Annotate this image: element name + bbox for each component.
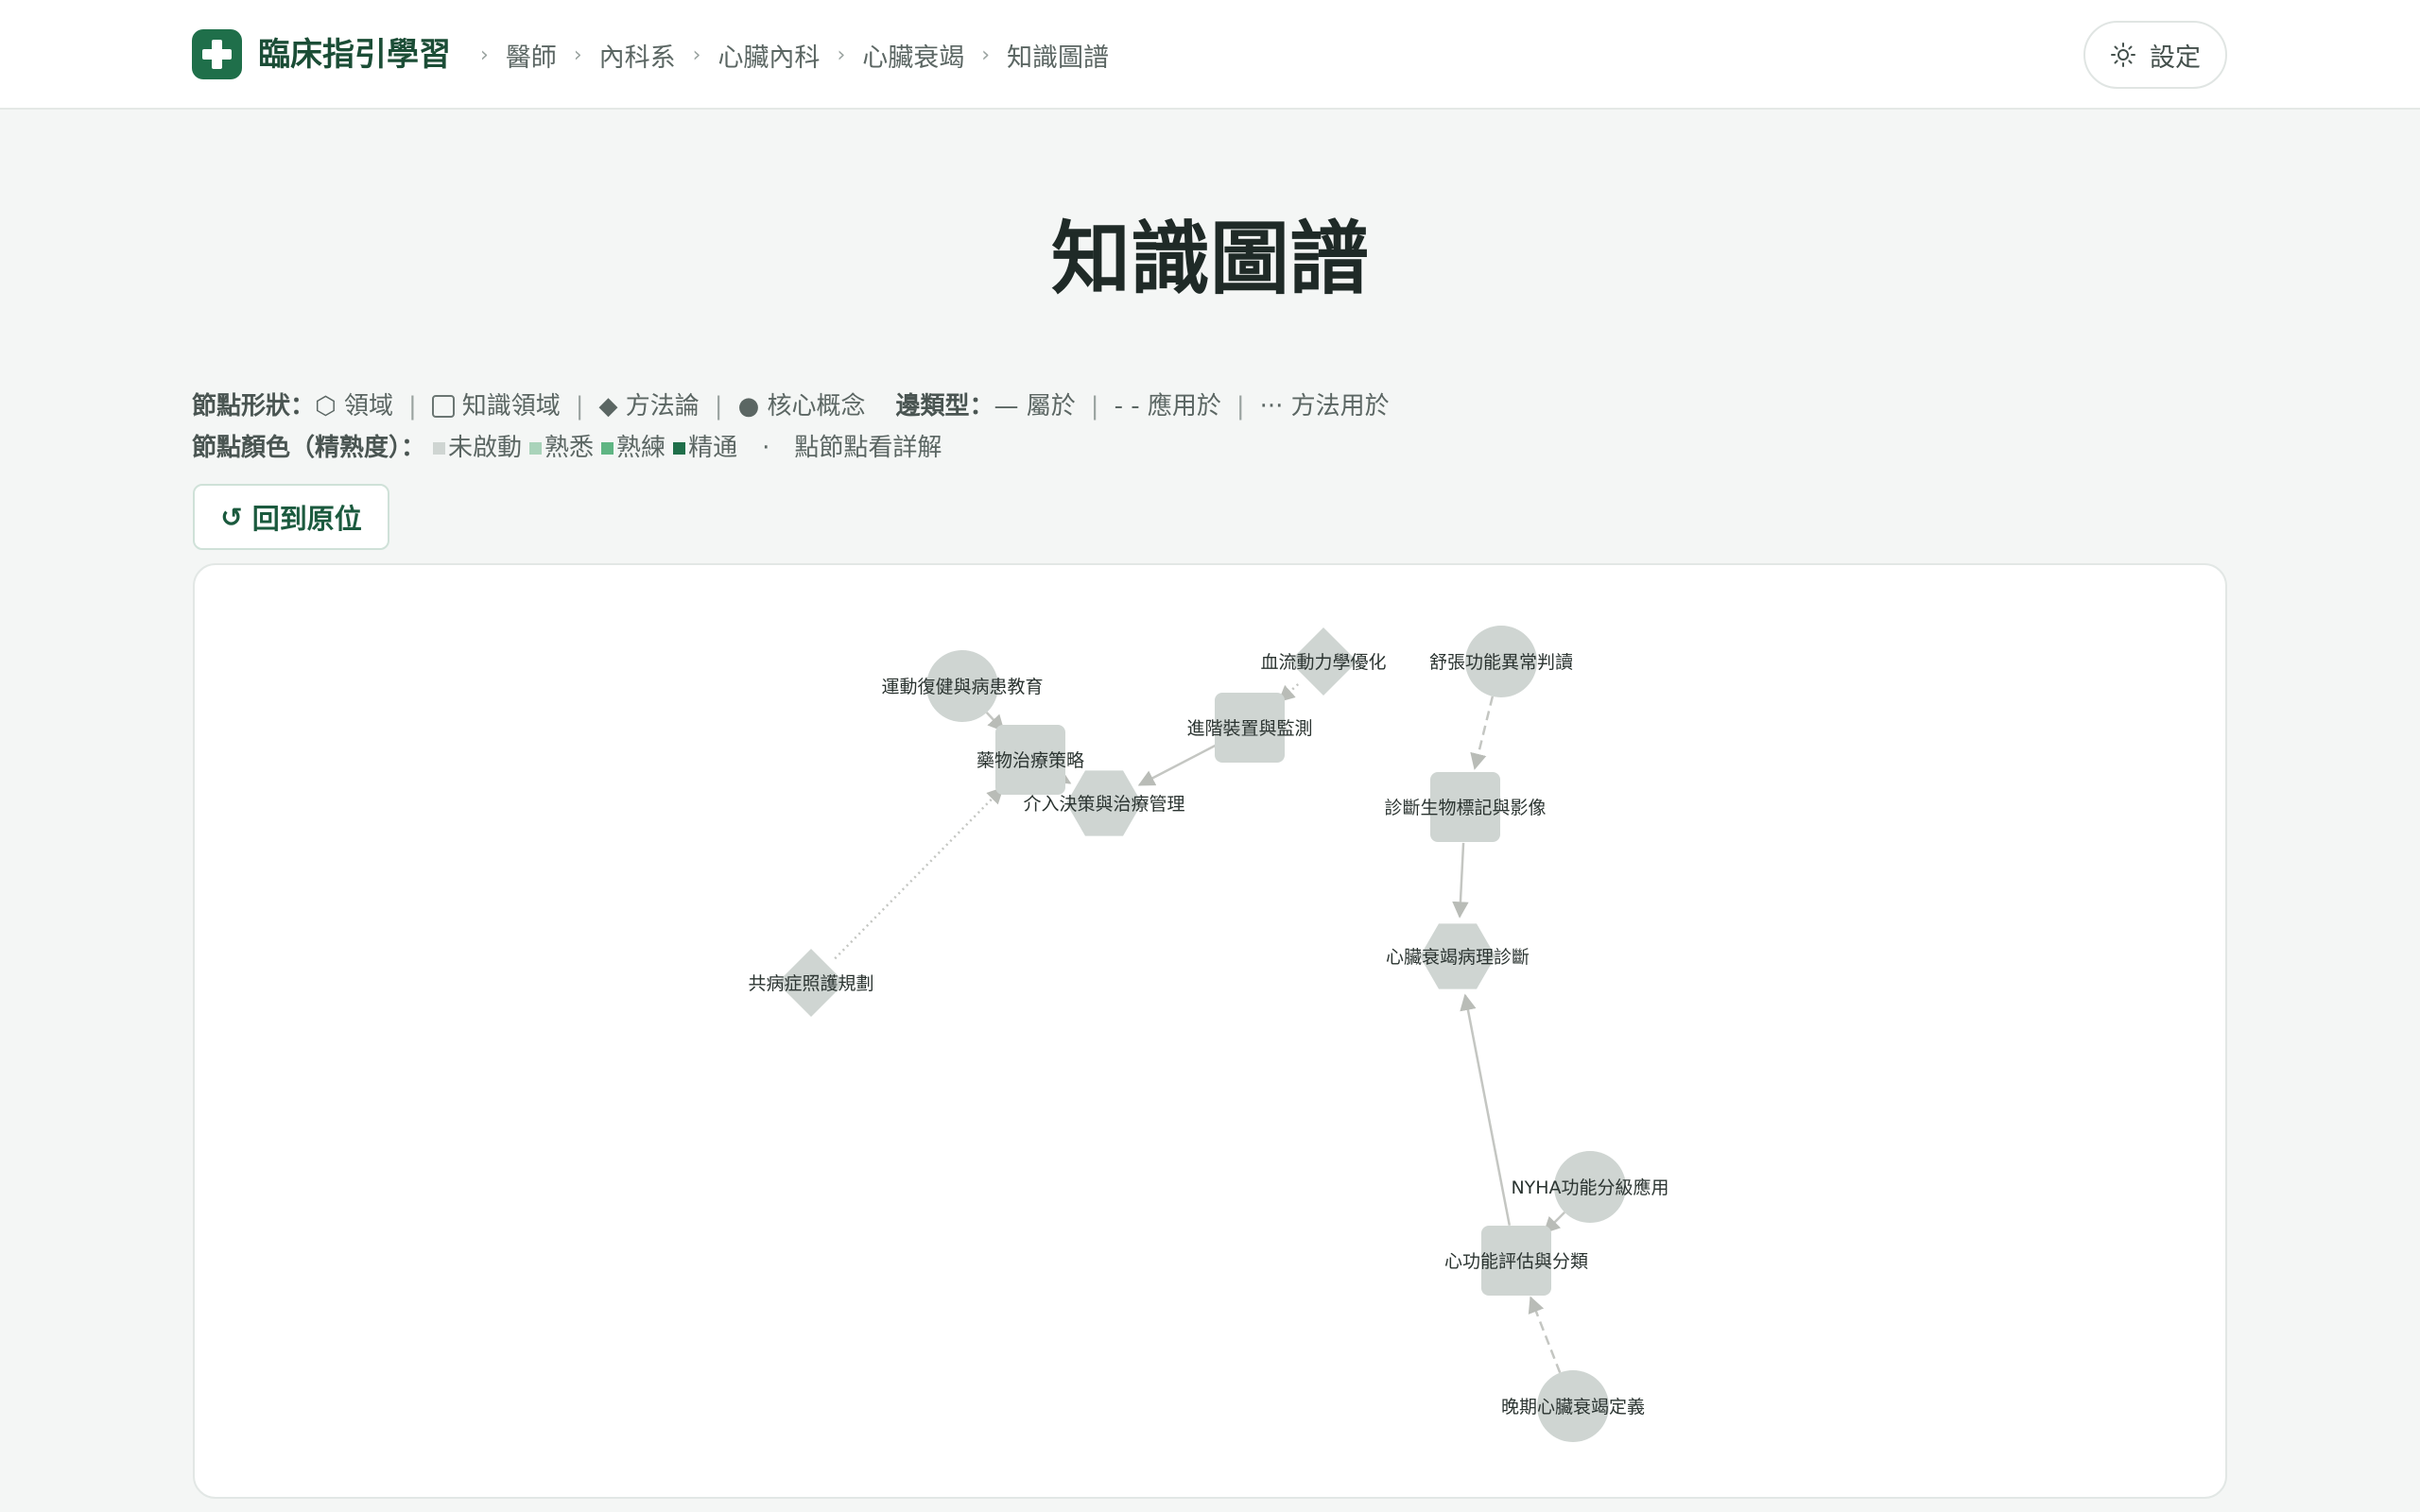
graph-edge-applies xyxy=(1528,1296,1562,1374)
breadcrumb-item-knowledge-graph: 知識圖譜 xyxy=(1007,43,1110,73)
chevron-right-icon: › xyxy=(837,43,846,67)
legend-shapes-edges: 節點形狀： ⬡ 領域 | 知識領域 | ◆ 方法論 | ● 核心概念 邊類型： … xyxy=(192,387,1390,425)
settings-label: 設定 xyxy=(2150,43,2201,73)
refresh-icon: ↺ xyxy=(220,501,243,533)
graph-edge-applies xyxy=(1470,696,1495,770)
graph-node-label: 晚期心臟衰竭定義 xyxy=(1501,1397,1645,1418)
breadcrumb-item-doctor[interactable]: 醫師 xyxy=(506,37,557,74)
page-title: 知識圖譜 xyxy=(1050,213,1369,305)
top-bar: 臨床指引學習 › 醫師 › 內科系 › 心臟內科 › 心臟衰竭 › 知識圖譜 設… xyxy=(0,0,2420,110)
graph-node-label: 介入決策與治療管理 xyxy=(1023,794,1184,815)
legend-hint: 點節點看詳解 xyxy=(794,434,942,462)
legend-shape-area: 知識領域 xyxy=(461,392,561,421)
chevron-right-icon: › xyxy=(573,43,582,67)
graph-node-label: 診斷生物標記與影像 xyxy=(1384,798,1546,818)
chevron-right-icon: › xyxy=(480,43,489,67)
graph-node-concept[interactable]: 舒張功能異常判讀 xyxy=(1429,626,1573,697)
reset-position-button[interactable]: ↺ 回到原位 xyxy=(193,484,389,550)
legend-level-mastered: 精通 xyxy=(688,434,738,462)
swatch-unstarted-icon xyxy=(433,441,446,455)
square-outline-icon xyxy=(431,395,455,418)
graph-node-method[interactable]: 共病症照護規劃 xyxy=(748,949,874,1017)
swatch-familiar-icon xyxy=(529,441,543,455)
legend-level-proficient: 熟練 xyxy=(616,434,666,462)
knowledge-graph-canvas[interactable]: 運動復健與病患教育藥物治療策略介入決策與治療管理 進階裝置與監測 血流動力學優化 舒張… xyxy=(193,563,2227,1499)
legend-color-title: 節點顏色（精熟度）： xyxy=(192,434,426,462)
graph-node-label: 運動復健與病患教育 xyxy=(881,677,1043,697)
legend-edge-applies: - - 應用於 xyxy=(1114,392,1221,421)
legend-edge-method: ··· 方法用於 xyxy=(1259,392,1390,421)
graph-node-area[interactable]: 診斷生物標記與影像 xyxy=(1384,772,1547,842)
legend-shape-title: 節點形狀： xyxy=(192,392,316,421)
legend-level-unstarted: 未啟動 xyxy=(448,434,523,462)
knowledge-graph-svg[interactable]: 運動復健與病患教育藥物治療策略介入決策與治療管理 進階裝置與監測 血流動力學優化 舒張… xyxy=(195,565,2227,1499)
graph-node-label: 進階裝置與監測 xyxy=(1186,718,1312,739)
chevron-right-icon: › xyxy=(981,43,991,67)
breadcrumb-item-cardiology[interactable]: 心臟內科 xyxy=(717,37,820,74)
graph-node-label: 心臟衰竭病理診斷 xyxy=(1386,947,1530,968)
graph-edge-belongs xyxy=(1452,842,1469,919)
graph-node-label: 血流動力學優化 xyxy=(1260,652,1386,673)
legend-level-familiar: 熟悉 xyxy=(544,434,595,462)
graph-node-concept[interactable]: NYHA功能分級應用 xyxy=(1511,1151,1669,1223)
brand-name[interactable]: 臨床指引學習 xyxy=(258,34,451,76)
graph-node-domain[interactable]: 心臟衰竭病理診斷 xyxy=(1386,923,1530,989)
sun-icon xyxy=(2111,43,2135,67)
graph-node-concept[interactable]: 運動復健與病患教育 xyxy=(881,650,1044,722)
chevron-right-icon: › xyxy=(692,43,701,67)
reset-position-label: 回到原位 xyxy=(251,503,362,535)
graph-node-area[interactable]: 心功能評估與分類 xyxy=(1444,1226,1588,1296)
legend-shape-concept: ● 核心概念 xyxy=(737,392,866,421)
graph-node-label: 舒張功能異常判讀 xyxy=(1429,652,1573,673)
graph-node-concept[interactable]: 晚期心臟衰竭定義 xyxy=(1501,1370,1645,1442)
graph-node-area[interactable]: 進階裝置與監測 xyxy=(1186,693,1313,763)
legend-edge-title: 邊類型： xyxy=(895,392,994,421)
graph-edge-belongs xyxy=(1460,993,1512,1226)
breadcrumb-item-heart-failure[interactable]: 心臟衰竭 xyxy=(862,37,964,74)
graph-node-label: 共病症照護規劃 xyxy=(748,973,873,994)
breadcrumb-item-internal-medicine[interactable]: 內科系 xyxy=(599,37,676,74)
graph-edge-belongs xyxy=(1137,743,1219,786)
swatch-mastered-icon xyxy=(673,441,686,455)
swatch-proficient-icon xyxy=(601,441,614,455)
breadcrumb: › 醫師 › 內科系 › 心臟內科 › 心臟衰竭 › 知識圖譜 xyxy=(463,34,1109,76)
graph-node-label: 心功能評估與分類 xyxy=(1444,1251,1588,1272)
legend-edge-belongs: — 屬於 xyxy=(994,392,1076,421)
graph-edge-method xyxy=(834,786,1004,960)
brand-logo-icon[interactable] xyxy=(192,29,242,79)
graph-node-area[interactable]: 藥物治療策略 xyxy=(977,725,1084,795)
legend-shape-method: ◆ 方法論 xyxy=(598,392,700,421)
graph-node-label: 藥物治療策略 xyxy=(977,750,1084,771)
legend-bullet: · xyxy=(762,434,770,462)
settings-button[interactable]: 設定 xyxy=(2083,21,2227,89)
legend-colors: 節點顏色（精熟度）： 未啟動 熟悉 熟練 精通 · 點節點看詳解 xyxy=(192,429,942,467)
graph-node-method[interactable]: 血流動力學優化 xyxy=(1260,627,1387,696)
graph-node-label: NYHA功能分級應用 xyxy=(1511,1177,1668,1198)
legend-shape-domain: ⬡ 領域 xyxy=(315,392,393,421)
